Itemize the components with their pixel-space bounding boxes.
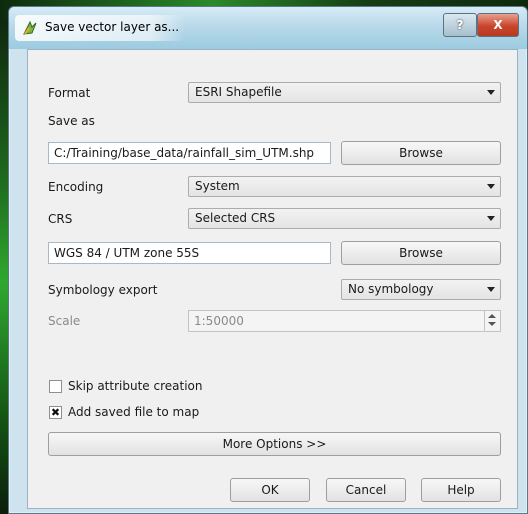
cancel-button[interactable]: Cancel (326, 478, 406, 502)
more-options-button[interactable]: More Options >> (48, 432, 501, 456)
encoding-value: System (195, 179, 240, 193)
skip-attribute-checkbox[interactable] (49, 380, 62, 393)
symbology-value: No symbology (348, 282, 434, 296)
scale-value: 1:50000 (194, 314, 244, 328)
encoding-select[interactable]: System (188, 176, 501, 197)
spinner-arrows-icon[interactable] (484, 311, 500, 331)
crs-label: CRS (48, 212, 73, 226)
browse-save-button[interactable]: Browse (341, 141, 501, 165)
format-value: ESRI Shapefile (195, 85, 282, 99)
title-help-button[interactable]: ? (443, 13, 477, 37)
scale-spinbox[interactable]: 1:50000 (188, 310, 501, 332)
format-select[interactable]: ESRI Shapefile (188, 82, 501, 103)
qgis-icon (23, 20, 37, 35)
close-button[interactable]: X (477, 13, 519, 37)
crs-text-input[interactable]: WGS 84 / UTM zone 55S (48, 242, 331, 264)
ok-button[interactable]: OK (230, 478, 310, 502)
chevron-down-icon (482, 209, 500, 228)
help-button[interactable]: Help (421, 478, 501, 502)
close-icon: X (493, 18, 503, 32)
scale-label: Scale (48, 314, 81, 328)
encoding-label: Encoding (48, 180, 104, 194)
chevron-down-icon (482, 280, 500, 299)
save-as-label: Save as (48, 114, 95, 128)
crs-value: Selected CRS (195, 211, 276, 225)
chevron-down-icon (482, 83, 500, 102)
crs-select[interactable]: Selected CRS (188, 208, 501, 229)
question-icon: ? (456, 18, 464, 32)
add-to-map-label: Add saved file to map (68, 405, 200, 419)
skip-attribute-label: Skip attribute creation (68, 379, 203, 393)
symbology-export-label: Symbology export (48, 283, 158, 297)
window-title: Save vector layer as... (45, 20, 180, 34)
checkmark-icon: ✖ (50, 406, 61, 419)
save-as-path-input[interactable]: C:/Training/base_data/rainfall_sim_UTM.s… (48, 142, 331, 164)
title-bar[interactable]: Save vector layer as... ? X (9, 7, 527, 49)
dialog-body: Format ESRI Shapefile Save as C:/Trainin… (27, 49, 518, 509)
symbology-select[interactable]: No symbology (341, 279, 501, 300)
add-to-map-checkbox[interactable]: ✖ (49, 406, 62, 419)
format-label: Format (48, 86, 91, 100)
save-vector-layer-dialog: Save vector layer as... ? X Format ESRI … (8, 6, 528, 514)
chevron-down-icon (482, 177, 500, 196)
browse-crs-button[interactable]: Browse (341, 241, 501, 265)
